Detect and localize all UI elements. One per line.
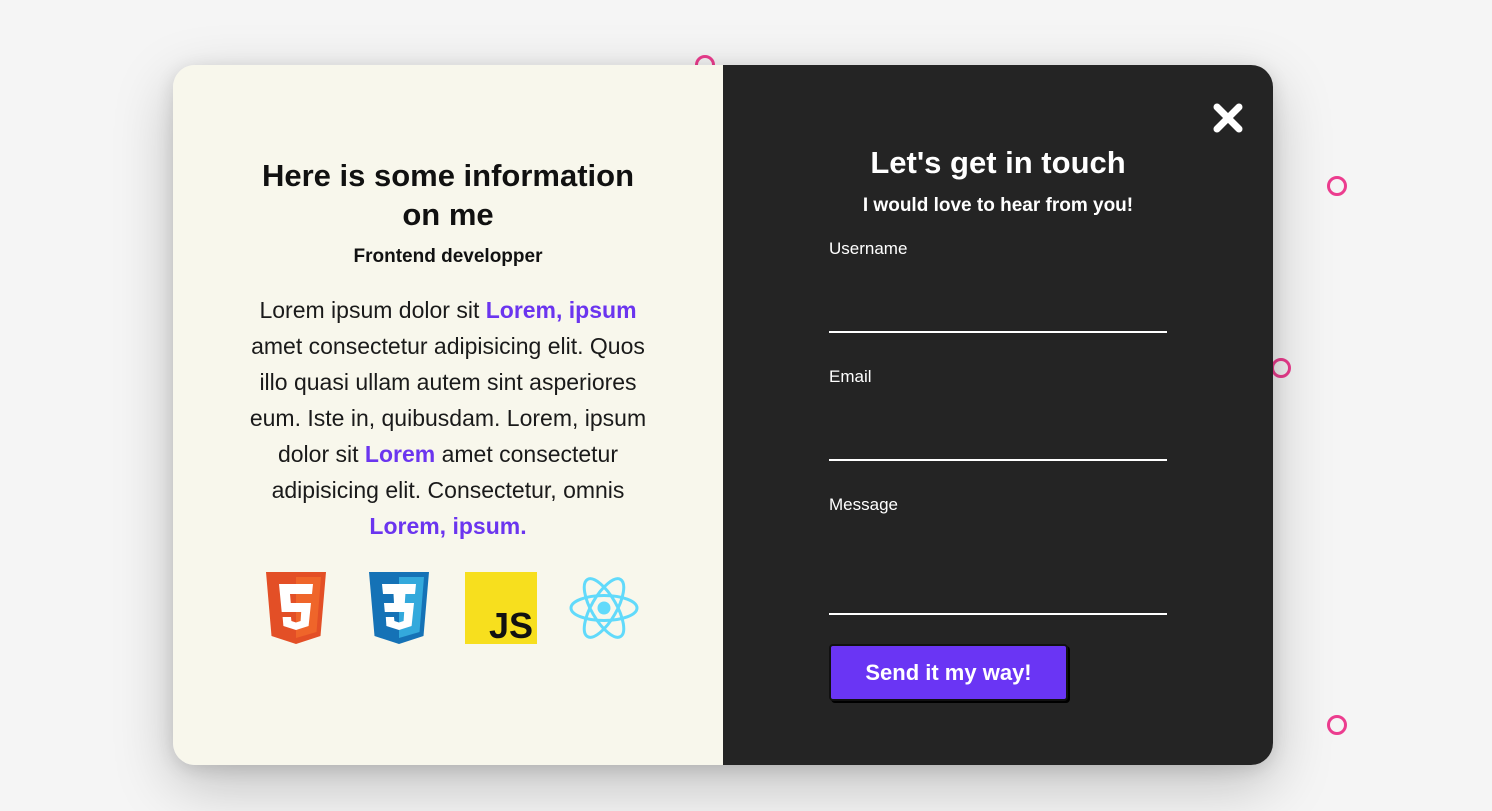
javascript-badge-text: JS — [489, 605, 533, 644]
info-role: Frontend developper — [353, 246, 543, 267]
message-label: Message — [829, 495, 898, 514]
contact-title: Let's get in touch — [870, 145, 1126, 180]
message-field-group: Message — [829, 495, 1167, 615]
javascript-icon: JS — [465, 572, 538, 644]
username-field-group: Username — [829, 239, 1167, 333]
decor-ring — [1327, 176, 1347, 196]
username-label: Username — [829, 239, 908, 258]
contact-panel: Let's get in touch I would love to hear … — [723, 65, 1273, 765]
bio-highlight: Lorem, ipsum. — [369, 513, 527, 539]
react-icon — [568, 572, 640, 644]
css3-icon: 3 — [363, 572, 435, 644]
contact-form: Username Email Message Send it my way! — [829, 239, 1167, 701]
page: Here is some information on me Frontend … — [0, 0, 1492, 811]
html5-badge-text: 5 — [264, 572, 265, 573]
bio-highlight: Lorem, ipsum — [485, 297, 637, 323]
email-label: Email — [829, 367, 872, 386]
message-textarea[interactable] — [829, 515, 1167, 615]
close-icon — [1213, 103, 1243, 133]
close-button[interactable] — [1211, 101, 1245, 135]
info-bio: Lorem ipsum dolor sit Lorem, ipsum amet … — [238, 292, 658, 544]
email-input[interactable] — [829, 387, 1167, 461]
email-field-group: Email — [829, 367, 1167, 461]
send-button[interactable]: Send it my way! — [829, 644, 1068, 701]
tech-stack: 5 3 JS — [248, 572, 648, 644]
html5-icon: 5 — [260, 572, 332, 644]
css3-badge-text: 3 — [367, 572, 368, 573]
info-panel: Here is some information on me Frontend … — [173, 65, 723, 765]
decor-ring — [1327, 715, 1347, 735]
info-title: Here is some information on me — [261, 158, 635, 232]
decor-ring — [1271, 358, 1291, 378]
bio-highlight: Lorem — [364, 441, 436, 467]
contact-subtitle: I would love to hear from you! — [862, 195, 1134, 216]
bio-text: Lorem ipsum dolor sit — [259, 297, 486, 323]
contact-modal: Here is some information on me Frontend … — [173, 65, 1273, 765]
username-input[interactable] — [829, 259, 1167, 333]
